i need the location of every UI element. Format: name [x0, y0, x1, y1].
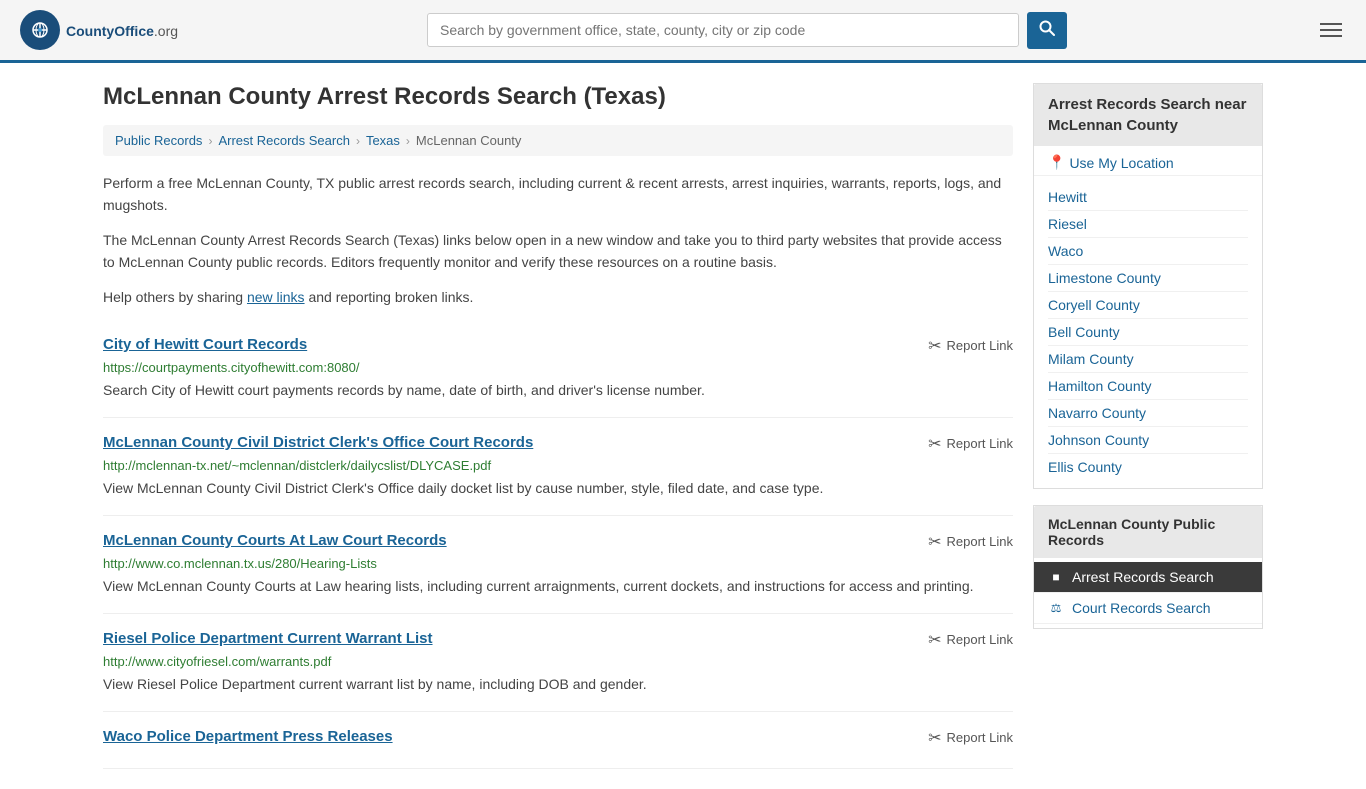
result-desc-2: View McLennan County Courts at Law heari… [103, 576, 1013, 597]
nearby-links: HewittRieselWacoLimestone CountyCoryell … [1034, 176, 1262, 488]
nearby-link-10[interactable]: Ellis County [1048, 454, 1248, 480]
result-title-2[interactable]: McLennan County Courts At Law Court Reco… [103, 532, 447, 549]
result-desc-0: Search City of Hewitt court payments rec… [103, 380, 1013, 401]
search-area [427, 12, 1067, 49]
breadcrumb-arrest-records[interactable]: Arrest Records Search [218, 133, 350, 148]
results-list: City of Hewitt Court Records ✂ Report Li… [103, 320, 1013, 769]
public-records-link-1[interactable]: ⚖ Court Records Search [1034, 593, 1262, 624]
nearby-section: Arrest Records Search near McLennan Coun… [1033, 83, 1263, 489]
report-link-label-4: Report Link [947, 730, 1013, 745]
public-records-link-0[interactable]: ■ Arrest Records Search [1034, 562, 1262, 593]
public-records-icon-1: ⚖ [1048, 601, 1064, 615]
result-item: McLennan County Civil District Clerk's O… [103, 418, 1013, 516]
description-3: Help others by sharing new links and rep… [103, 286, 1013, 308]
report-icon-2: ✂ [928, 532, 941, 552]
breadcrumb-sep: › [208, 134, 212, 148]
report-link-button-3[interactable]: ✂ Report Link [928, 630, 1013, 650]
result-title-0[interactable]: City of Hewitt Court Records [103, 336, 307, 353]
page-title: McLennan County Arrest Records Search (T… [103, 83, 1013, 111]
main-content: McLennan County Arrest Records Search (T… [103, 83, 1013, 769]
report-link-label-0: Report Link [947, 338, 1013, 353]
nearby-link-7[interactable]: Hamilton County [1048, 373, 1248, 400]
report-link-label-2: Report Link [947, 534, 1013, 549]
use-location: 📍 Use My Location [1034, 146, 1262, 176]
nearby-link-8[interactable]: Navarro County [1048, 400, 1248, 427]
location-icon: 📍 [1048, 154, 1065, 171]
breadcrumb-texas[interactable]: Texas [366, 133, 400, 148]
breadcrumb-public-records[interactable]: Public Records [115, 133, 202, 148]
sidebar: Arrest Records Search near McLennan Coun… [1033, 83, 1263, 769]
header: CountyOffice.org [0, 0, 1366, 63]
result-item: McLennan County Courts At Law Court Reco… [103, 516, 1013, 614]
report-link-button-2[interactable]: ✂ Report Link [928, 532, 1013, 552]
nearby-link-5[interactable]: Bell County [1048, 319, 1248, 346]
search-input[interactable] [427, 13, 1019, 47]
report-link-label-3: Report Link [947, 632, 1013, 647]
result-item: Waco Police Department Press Releases ✂ … [103, 712, 1013, 769]
logo-area: CountyOffice.org [20, 10, 178, 50]
result-url-0: https://courtpayments.cityofhewitt.com:8… [103, 360, 1013, 375]
nearby-link-9[interactable]: Johnson County [1048, 427, 1248, 454]
new-links-link[interactable]: new links [247, 289, 305, 305]
search-icon [1039, 20, 1055, 36]
result-title-4[interactable]: Waco Police Department Press Releases [103, 728, 393, 745]
result-item: City of Hewitt Court Records ✂ Report Li… [103, 320, 1013, 418]
nearby-link-6[interactable]: Milam County [1048, 346, 1248, 373]
use-location-link[interactable]: Use My Location [1069, 155, 1173, 171]
report-icon-0: ✂ [928, 336, 941, 356]
logo-icon [20, 10, 60, 50]
report-link-label-1: Report Link [947, 436, 1013, 451]
breadcrumb: Public Records › Arrest Records Search ›… [103, 125, 1013, 156]
nearby-title: Arrest Records Search near McLennan Coun… [1034, 84, 1262, 146]
result-url-3: http://www.cityofriesel.com/warrants.pdf [103, 654, 1013, 669]
breadcrumb-sep: › [406, 134, 410, 148]
desc3-suffix: and reporting broken links. [305, 289, 474, 305]
public-records-label-1: Court Records Search [1072, 600, 1211, 616]
public-records-links: ■ Arrest Records Search ⚖ Court Records Sea… [1034, 558, 1262, 628]
public-records-label-0: Arrest Records Search [1072, 569, 1214, 585]
report-link-button-1[interactable]: ✂ Report Link [928, 434, 1013, 454]
result-desc-3: View Riesel Police Department current wa… [103, 674, 1013, 695]
result-url-1: http://mclennan-tx.net/~mclennan/distcle… [103, 458, 1013, 473]
result-title-1[interactable]: McLennan County Civil District Clerk's O… [103, 434, 533, 451]
report-icon-3: ✂ [928, 630, 941, 650]
logo-text: CountyOffice.org [66, 20, 178, 41]
nearby-link-4[interactable]: Coryell County [1048, 292, 1248, 319]
public-records-icon-0: ■ [1048, 570, 1064, 584]
public-records-title: McLennan County Public Records [1034, 506, 1262, 558]
menu-line [1320, 29, 1342, 31]
desc3-prefix: Help others by sharing [103, 289, 247, 305]
description-2: The McLennan County Arrest Records Searc… [103, 229, 1013, 274]
report-icon-4: ✂ [928, 728, 941, 748]
menu-line [1320, 35, 1342, 37]
result-item: Riesel Police Department Current Warrant… [103, 614, 1013, 712]
nearby-link-3[interactable]: Limestone County [1048, 265, 1248, 292]
result-desc-1: View McLennan County Civil District Cler… [103, 478, 1013, 499]
breadcrumb-current: McLennan County [416, 133, 522, 148]
breadcrumb-sep: › [356, 134, 360, 148]
description-1: Perform a free McLennan County, TX publi… [103, 172, 1013, 217]
report-link-button-0[interactable]: ✂ Report Link [928, 336, 1013, 356]
report-link-button-4[interactable]: ✂ Report Link [928, 728, 1013, 748]
page-container: McLennan County Arrest Records Search (T… [83, 63, 1283, 789]
result-title-3[interactable]: Riesel Police Department Current Warrant… [103, 630, 433, 647]
menu-line [1320, 23, 1342, 25]
nearby-link-2[interactable]: Waco [1048, 238, 1248, 265]
nearby-link-1[interactable]: Riesel [1048, 211, 1248, 238]
report-icon-1: ✂ [928, 434, 941, 454]
search-button[interactable] [1027, 12, 1067, 49]
menu-button[interactable] [1316, 19, 1346, 41]
nearby-link-0[interactable]: Hewitt [1048, 184, 1248, 211]
public-records-section: McLennan County Public Records ■ Arrest R… [1033, 505, 1263, 629]
result-url-2: http://www.co.mclennan.tx.us/280/Hearing… [103, 556, 1013, 571]
